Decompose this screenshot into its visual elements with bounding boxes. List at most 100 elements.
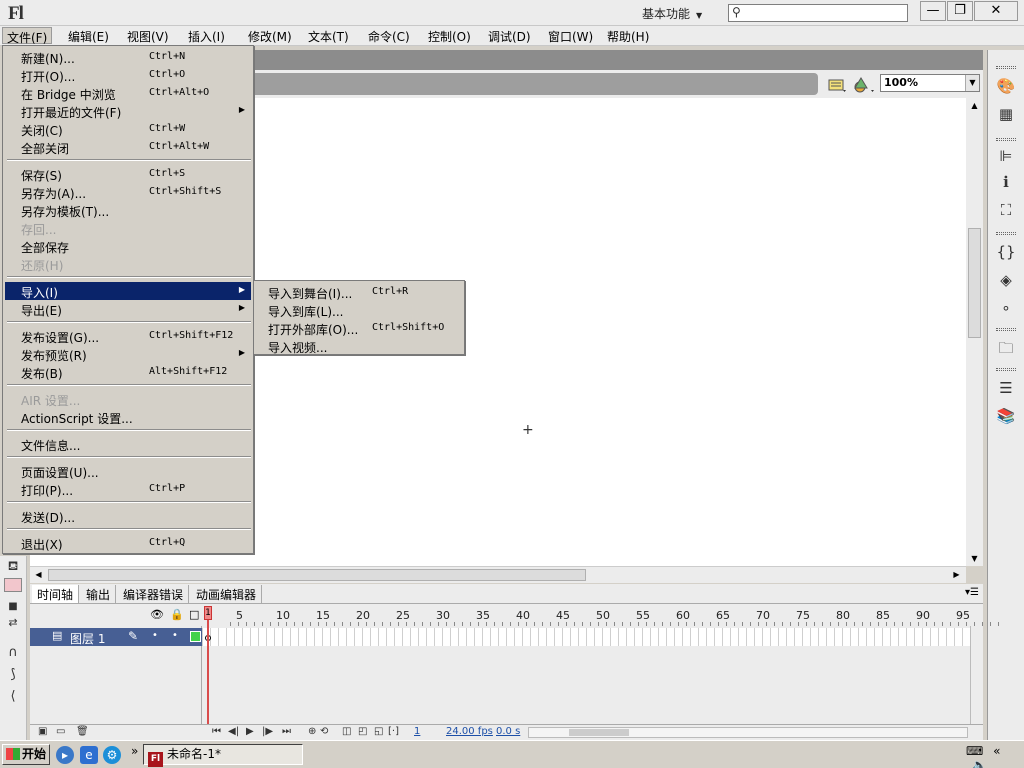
tray-expand-icon[interactable]: «: [993, 744, 1000, 758]
menu-export[interactable]: 导出(E) ▶: [5, 300, 251, 318]
menu-actionscript-settings[interactable]: ActionScript 设置...: [5, 408, 251, 426]
scroll-right-arrow-icon[interactable]: ▶: [949, 568, 964, 582]
step-forward-icon[interactable]: |▶: [262, 726, 273, 737]
quicklaunch-app-icon[interactable]: ⚙: [103, 746, 121, 764]
layer-row[interactable]: ▤ 图层 1 ✎ • •: [30, 628, 202, 646]
menu-exit[interactable]: 退出(X) Ctrl+Q: [5, 534, 251, 552]
menu-save-as-template[interactable]: 另存为模板(T)...: [5, 201, 251, 219]
project-folder-icon[interactable]: 🗀: [996, 338, 1016, 358]
menu-import-video[interactable]: 导入视频...: [256, 337, 462, 355]
menu-insert[interactable]: 插入(I): [184, 27, 229, 44]
start-button[interactable]: 开始: [2, 744, 50, 765]
outline-icon[interactable]: □: [189, 608, 199, 621]
menu-import-to-library[interactable]: 导入到库(L)...: [256, 301, 462, 319]
scroll-thumb[interactable]: [968, 228, 981, 338]
zoom-select[interactable]: 100% ▼: [880, 74, 980, 92]
stage-vertical-scrollbar[interactable]: ▲ ▼: [966, 98, 983, 566]
step-back-icon[interactable]: ◀|: [228, 726, 239, 737]
frame-rate[interactable]: 24.00 fps: [446, 726, 493, 737]
panel-menu-icon[interactable]: ▾☰: [965, 587, 979, 598]
media-player-icon[interactable]: ▸: [56, 746, 74, 764]
menu-close-all[interactable]: 全部关闭 Ctrl+Alt+W: [5, 138, 251, 156]
menu-edit[interactable]: 编辑(E): [64, 27, 113, 44]
edit-scene-icon[interactable]: [827, 76, 847, 94]
menu-control[interactable]: 控制(O): [424, 27, 475, 44]
straighten-icon[interactable]: ⟨: [4, 688, 22, 706]
menu-debug[interactable]: 调试(D): [484, 27, 535, 44]
menu-save-as[interactable]: 另存为(A)... Ctrl+Shift+S: [5, 183, 251, 201]
paint-bucket-icon[interactable]: ⛾: [4, 558, 22, 576]
stage-horizontal-scrollbar[interactable]: ◀ ▶: [30, 566, 966, 583]
menu-file-info[interactable]: 文件信息...: [5, 435, 251, 453]
scroll-thumb[interactable]: [569, 729, 629, 736]
new-folder-icon[interactable]: ▭: [56, 726, 65, 737]
loop-icon[interactable]: ⟲: [320, 726, 328, 737]
menu-save[interactable]: 保存(S) Ctrl+S: [5, 165, 251, 183]
components-icon[interactable]: ◈: [996, 270, 1016, 290]
menu-import-to-stage[interactable]: 导入到舞台(I)... Ctrl+R: [256, 283, 462, 301]
trash-icon[interactable]: 🗑: [76, 726, 89, 737]
menu-new[interactable]: 新建(N)... Ctrl+N: [5, 48, 251, 66]
current-frame[interactable]: 1: [414, 726, 420, 737]
first-frame-icon[interactable]: ⏮: [212, 726, 221, 737]
menu-send[interactable]: 发送(D)...: [5, 507, 251, 525]
onion-outline-icon[interactable]: ◰: [358, 726, 367, 737]
new-layer-icon[interactable]: ▣: [38, 726, 47, 737]
scroll-thumb[interactable]: [48, 569, 586, 581]
ie-browser-icon[interactable]: e: [80, 746, 98, 764]
menu-help[interactable]: 帮助(H): [603, 27, 653, 44]
color-palette-icon[interactable]: 🎨: [996, 76, 1016, 96]
info-icon[interactable]: ℹ: [996, 172, 1016, 192]
smooth-icon[interactable]: ⟆: [4, 666, 22, 684]
panel-grip[interactable]: [996, 232, 1016, 235]
menu-commands[interactable]: 命令(C): [364, 27, 414, 44]
center-frame-icon[interactable]: ⊕: [308, 726, 316, 737]
workspace-switcher[interactable]: 基本功能 ▼: [642, 5, 702, 22]
maximize-button[interactable]: ❐: [947, 1, 973, 21]
speaker-icon[interactable]: 🔈: [972, 758, 987, 768]
tab-compiler-errors[interactable]: 编译器错误: [118, 585, 190, 603]
outline-color-swatch[interactable]: [190, 631, 201, 642]
menu-browse-bridge[interactable]: 在 Bridge 中浏览 Ctrl+Alt+O: [5, 84, 251, 102]
edit-multiple-frames-icon[interactable]: ◱: [374, 726, 383, 737]
menu-publish-settings[interactable]: 发布设置(G)... Ctrl+Shift+F12: [5, 327, 251, 345]
code-snippets-icon[interactable]: {}: [996, 242, 1016, 262]
taskbar-flash-window[interactable]: Fl 未命名-1*: [143, 744, 303, 767]
frame-row[interactable]: [202, 628, 970, 646]
help-search-box[interactable]: ⚲: [728, 4, 908, 22]
menu-close[interactable]: 关闭(C) Ctrl+W: [5, 120, 251, 138]
scroll-up-arrow-icon[interactable]: ▲: [967, 98, 982, 113]
minimize-button[interactable]: —: [920, 1, 946, 21]
frames-grid[interactable]: [202, 626, 970, 724]
scroll-left-arrow-icon[interactable]: ◀: [31, 568, 46, 582]
tab-timeline[interactable]: 时间轴: [32, 585, 80, 603]
timeline-horizontal-scrollbar[interactable]: [528, 727, 968, 738]
panel-grip[interactable]: [996, 328, 1016, 331]
tab-output[interactable]: 输出: [81, 585, 117, 603]
menu-publish-preview[interactable]: 发布预览(R) ▶: [5, 345, 251, 363]
transform-icon[interactable]: ⛶: [996, 200, 1016, 220]
menu-open-external-library[interactable]: 打开外部库(O)... Ctrl+Shift+O: [256, 319, 462, 337]
menu-import[interactable]: 导入(I) ▶: [5, 282, 251, 300]
align-icon[interactable]: ⊫: [996, 146, 1016, 166]
panel-grip[interactable]: [996, 368, 1016, 371]
properties-icon[interactable]: ☰: [996, 378, 1016, 398]
menu-print[interactable]: 打印(P)... Ctrl+P: [5, 480, 251, 498]
play-icon[interactable]: ▶: [246, 726, 254, 737]
menu-window[interactable]: 窗口(W): [544, 27, 597, 44]
menu-text[interactable]: 文本(T): [304, 27, 353, 44]
menu-publish[interactable]: 发布(B) Alt+Shift+F12: [5, 363, 251, 381]
snap-magnet-icon[interactable]: ∩: [4, 644, 22, 662]
chevron-down-icon[interactable]: ▼: [965, 75, 979, 91]
lock-icon[interactable]: 🔒: [170, 608, 184, 621]
motion-presets-icon[interactable]: ∘: [996, 298, 1016, 318]
swatches-grid-icon[interactable]: ▦: [996, 104, 1016, 124]
menu-save-all[interactable]: 全部保存: [5, 237, 251, 255]
menu-view[interactable]: 视图(V): [123, 27, 173, 44]
chevron-right-icon[interactable]: »: [131, 744, 138, 758]
scroll-down-arrow-icon[interactable]: ▼: [967, 551, 982, 566]
lock-dot[interactable]: •: [172, 630, 178, 641]
eye-icon[interactable]: 👁: [150, 608, 164, 621]
close-button[interactable]: ✕: [974, 1, 1018, 21]
menu-file[interactable]: 文件(F): [2, 27, 53, 45]
